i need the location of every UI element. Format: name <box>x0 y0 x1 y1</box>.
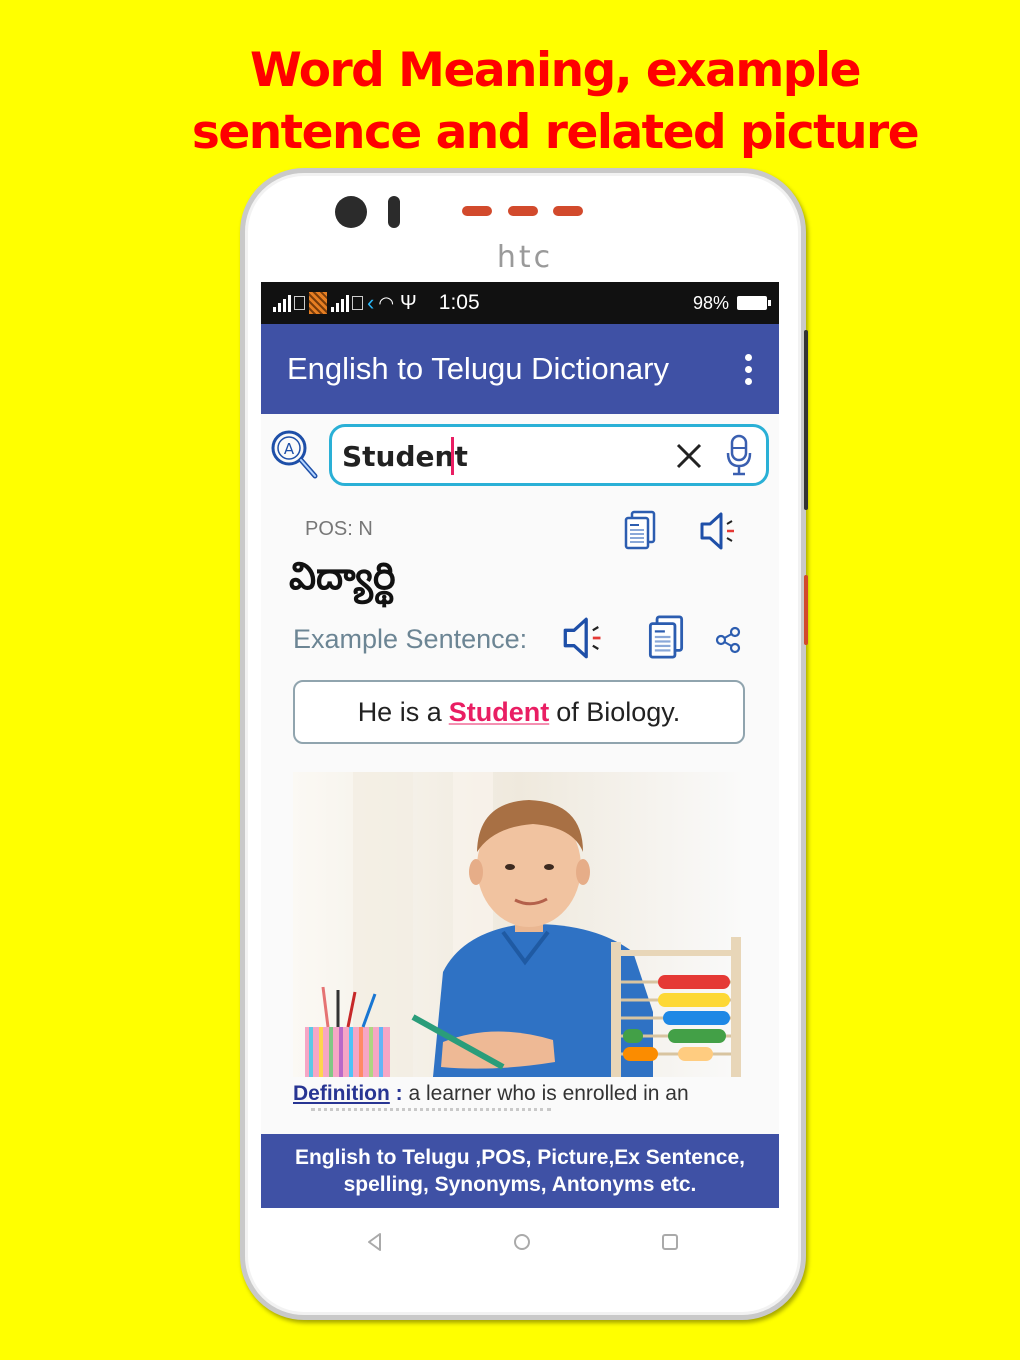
phone-side-button <box>804 330 808 510</box>
speaker-grille <box>462 206 492 216</box>
phone-side-button-red <box>804 575 808 645</box>
feature-banner-line-2: spelling, Synonyms, Antonyms etc. <box>343 1173 697 1196</box>
search-input[interactable] <box>340 435 654 477</box>
telenor-icon: ‹ <box>367 290 375 315</box>
example-copy-icon[interactable] <box>647 614 685 660</box>
proximity-sensor <box>388 196 400 228</box>
word-picture <box>293 772 745 1077</box>
sim2-icon <box>352 296 363 310</box>
app-screen: ‹ ◠ Ψ 1:05 98% English to Telugu Diction… <box>261 282 779 1208</box>
sentence-after: of Biology. <box>556 696 681 727</box>
sentence-before: He is a <box>357 696 442 727</box>
battery-icon <box>737 296 771 310</box>
search-field <box>329 424 769 486</box>
status-bar: ‹ ◠ Ψ 1:05 98% <box>261 282 779 324</box>
share-icon[interactable] <box>715 626 741 654</box>
telugu-meaning: విద్యార్థి <box>289 554 396 598</box>
status-time: 1:05 <box>438 291 480 314</box>
feature-banner-line-1: English to Telugu ,POS, Picture,Ex Sente… <box>294 1146 746 1169</box>
speaker-grille <box>508 206 538 216</box>
more-vert-icon[interactable] <box>743 353 753 385</box>
signal-icon <box>273 294 291 312</box>
search-a-icon[interactable]: A <box>269 428 319 480</box>
definition-text: a learner who is enrolled in an <box>408 1082 689 1105</box>
definition-separator: : <box>389 1082 409 1105</box>
wifi-icon: ◠ <box>378 292 395 313</box>
signal-2-icon <box>331 294 349 312</box>
battery-percent: 98% <box>692 292 729 313</box>
svg-text:A: A <box>284 440 295 458</box>
recents-icon[interactable] <box>658 1230 682 1254</box>
example-sentence-label: Example Sentence: <box>293 624 528 654</box>
search-row: A <box>261 422 779 488</box>
app-bar: English to Telugu Dictionary <box>261 324 779 414</box>
example-speaker-icon[interactable] <box>561 616 607 660</box>
definition-link[interactable]: Definition <box>293 1082 390 1105</box>
promo-line-1: Word Meaning, example <box>250 43 861 98</box>
text-caret <box>451 437 454 475</box>
speaker-icon[interactable] <box>699 511 739 551</box>
usb-icon: Ψ <box>400 291 417 314</box>
definition-line: Definition : a learner who is enrolled i… <box>293 1082 753 1106</box>
front-camera <box>335 196 367 228</box>
example-sentence-box: He is a Student of Biology. <box>293 680 745 744</box>
sim1-icon <box>294 296 305 310</box>
home-icon[interactable] <box>510 1230 534 1254</box>
close-icon[interactable] <box>670 437 708 475</box>
speaker-grille <box>553 206 583 216</box>
back-icon[interactable] <box>363 1230 387 1254</box>
mic-icon[interactable] <box>724 433 754 477</box>
definition-overflow-text <box>311 1108 551 1117</box>
carrier-icon <box>309 292 327 314</box>
boy-illustration <box>293 772 745 1077</box>
android-nav-bar <box>261 1222 779 1262</box>
copy-icon[interactable] <box>623 510 657 550</box>
feature-banner: English to Telugu ,POS, Picture,Ex Sente… <box>261 1134 779 1208</box>
sentence-highlight-word[interactable]: Student <box>449 697 550 728</box>
app-title: English to Telugu Dictionary <box>287 351 669 386</box>
pos-label: POS: N <box>305 518 373 540</box>
device-brand-logo: htc <box>496 240 554 275</box>
